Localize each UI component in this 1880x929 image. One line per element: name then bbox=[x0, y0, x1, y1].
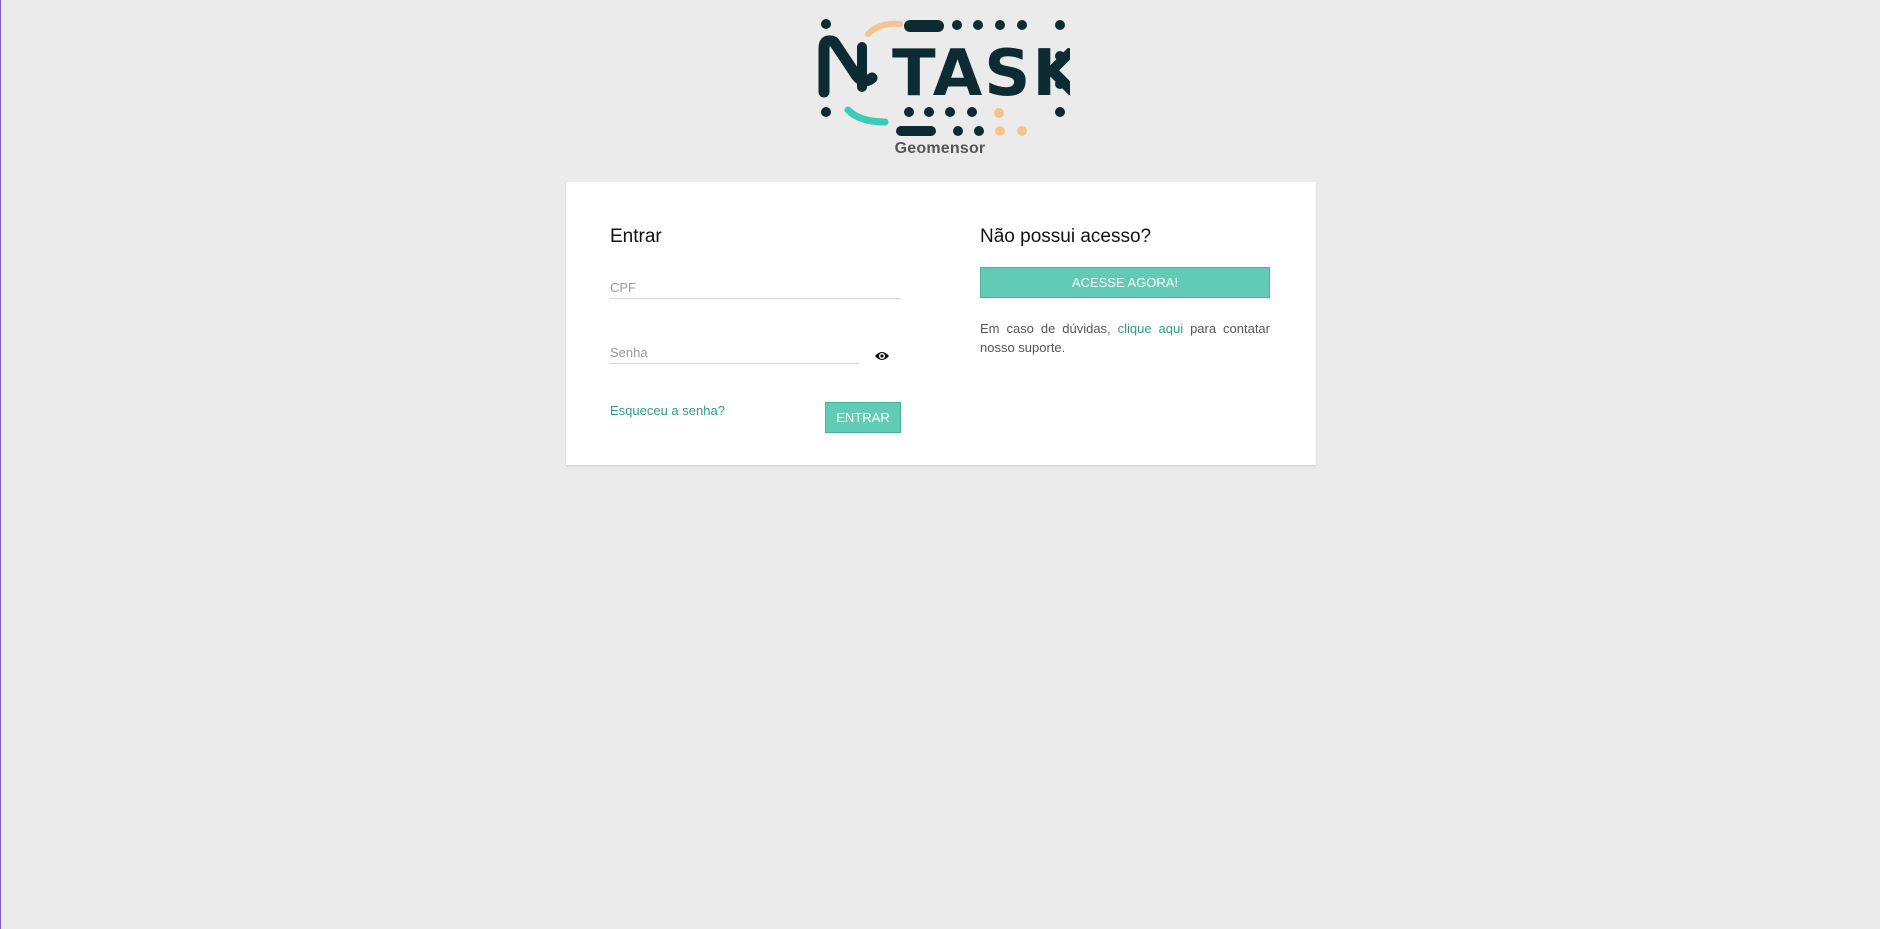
login-title: Entrar bbox=[610, 226, 662, 247]
window-edge bbox=[0, 0, 1, 929]
senha-field bbox=[610, 341, 859, 364]
cpf-field bbox=[610, 276, 901, 299]
support-help-text: Em caso de dúvidas, clique aqui para con… bbox=[980, 319, 1270, 357]
login-card: Entrar Esqueceu a senha? ENTRAR Não poss… bbox=[566, 182, 1316, 465]
support-link[interactable]: clique aqui bbox=[1118, 321, 1183, 336]
signup-title: Não possui acesso? bbox=[980, 226, 1152, 247]
forgot-password-link[interactable]: Esqueceu a senha? bbox=[610, 403, 725, 418]
ntask-logo: TASK Geomensor bbox=[810, 14, 1070, 162]
eye-icon[interactable] bbox=[874, 349, 890, 361]
senha-input[interactable] bbox=[610, 341, 859, 363]
login-section: Entrar Esqueceu a senha? ENTRAR bbox=[610, 226, 901, 433]
acesse-agora-button[interactable]: ACESSE AGORA! bbox=[980, 267, 1270, 298]
cpf-input[interactable] bbox=[610, 276, 901, 298]
signup-section: Não possui acesso? ACESSE AGORA! Em caso… bbox=[980, 226, 1270, 355]
logo-subtitle: Geomensor bbox=[894, 140, 986, 157]
svg-text:TASK: TASK bbox=[892, 37, 1070, 111]
ntask-logo-graphic: TASK bbox=[818, 19, 1070, 136]
help-prefix: Em caso de dúvidas, bbox=[980, 321, 1111, 336]
entrar-button[interactable]: ENTRAR bbox=[825, 402, 901, 433]
